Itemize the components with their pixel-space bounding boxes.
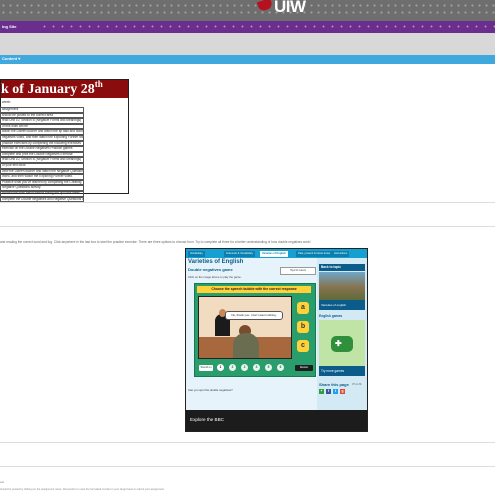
answer-choice-a[interactable]: a bbox=[297, 302, 309, 314]
course-header bbox=[0, 33, 495, 55]
content-menu-item[interactable]: Content ▾ bbox=[2, 56, 20, 61]
nav-pattern bbox=[40, 22, 495, 32]
share-title: Share this page bbox=[319, 382, 349, 387]
answer-choice-c[interactable]: c bbox=[297, 340, 309, 352]
game-instruction: Choose the speech bubble with the correc… bbox=[197, 286, 311, 293]
english-games-label: English games bbox=[319, 314, 343, 318]
divider bbox=[0, 466, 495, 467]
banner-pattern bbox=[0, 2, 495, 16]
spot-text: Can you spot the double negatives? bbox=[188, 388, 233, 392]
varieties-caption[interactable]: Varieties of english bbox=[319, 300, 365, 310]
answer-choice-b[interactable]: b bbox=[297, 321, 309, 333]
course-menu-bar bbox=[0, 55, 495, 64]
task-note: should be posted by clicking on the assi… bbox=[0, 488, 164, 491]
question-number[interactable]: 2 bbox=[229, 364, 236, 371]
sound-toggle-button[interactable]: Sound on bbox=[199, 365, 213, 371]
share-icon-0[interactable]: + bbox=[319, 389, 324, 394]
back-to-topic-button[interactable]: Back to topic bbox=[319, 264, 365, 271]
question-nav: Sound on Restart 123456 bbox=[199, 364, 313, 372]
share-icon-3[interactable]: g bbox=[340, 389, 345, 394]
tab-3[interactable]: Past, present & future tense bbox=[296, 251, 333, 257]
restart-button[interactable]: Restart bbox=[295, 365, 313, 371]
instructions-text: and reading the correct word and fog. Cl… bbox=[0, 240, 311, 244]
divider bbox=[0, 202, 495, 203]
speech-bubble[interactable]: No, thank you. I don't want nothing. bbox=[225, 311, 283, 320]
share-count: 37 on fb bbox=[352, 383, 362, 386]
question-number[interactable]: 3 bbox=[241, 364, 248, 371]
question-number[interactable]: 5 bbox=[265, 364, 272, 371]
question-number[interactable]: 6 bbox=[277, 364, 284, 371]
logo[interactable]: UIW bbox=[274, 0, 306, 17]
share-icon-2[interactable]: t bbox=[333, 389, 338, 394]
share-icon-1[interactable]: f bbox=[326, 389, 331, 394]
game-hint: Click on the image above to play the gam… bbox=[188, 275, 242, 279]
tab-0[interactable]: Vocabulary bbox=[188, 251, 205, 257]
divider bbox=[0, 442, 495, 443]
game-stage[interactable]: Choose the speech bubble with the correc… bbox=[194, 283, 316, 377]
game-sidebar: Back to topic Varieties of english Engli… bbox=[317, 258, 367, 410]
game-subtitle: Double negatives game bbox=[188, 267, 233, 272]
guest-figure bbox=[233, 333, 259, 358]
site-title[interactable]: ing Site bbox=[2, 24, 16, 29]
explore-bbc-link[interactable]: Explore the BBC bbox=[190, 417, 224, 422]
bbc-game-embed[interactable]: Vocabulary Grammar & Vocabulary Varieties … bbox=[185, 248, 368, 432]
tab-1[interactable]: Grammar & Vocabulary bbox=[224, 251, 255, 257]
game-main-panel: Varieties of English Double negatives ga… bbox=[186, 258, 317, 410]
more-games-link[interactable]: Try more games bbox=[319, 366, 365, 376]
task-list: assignment should be posted to the correc… bbox=[0, 107, 84, 203]
varieties-thumbnail[interactable] bbox=[319, 272, 365, 300]
tips-for-tutors-button[interactable]: Tips for tutors bbox=[280, 267, 316, 275]
question-number[interactable]: 4 bbox=[253, 364, 260, 371]
question-number[interactable]: 1 bbox=[217, 364, 224, 371]
divider bbox=[0, 226, 495, 227]
game-tab-bar: Vocabulary Grammar & Vocabulary Varieties … bbox=[186, 249, 367, 258]
week-subtitle: week: bbox=[2, 100, 12, 104]
game-title: Varieties of English bbox=[188, 259, 244, 265]
tab-4[interactable]: Instructions bbox=[332, 251, 350, 257]
week-title: k of January 28th bbox=[1, 79, 103, 97]
dpad-icon: ✚ bbox=[335, 339, 342, 348]
tab-2[interactable]: Varieties of English bbox=[260, 251, 288, 257]
game-scene[interactable]: No, thank you. I don't want nothing. bbox=[198, 296, 292, 359]
task-label: ask bbox=[0, 481, 5, 484]
week-header: k of January 28th bbox=[1, 79, 128, 98]
